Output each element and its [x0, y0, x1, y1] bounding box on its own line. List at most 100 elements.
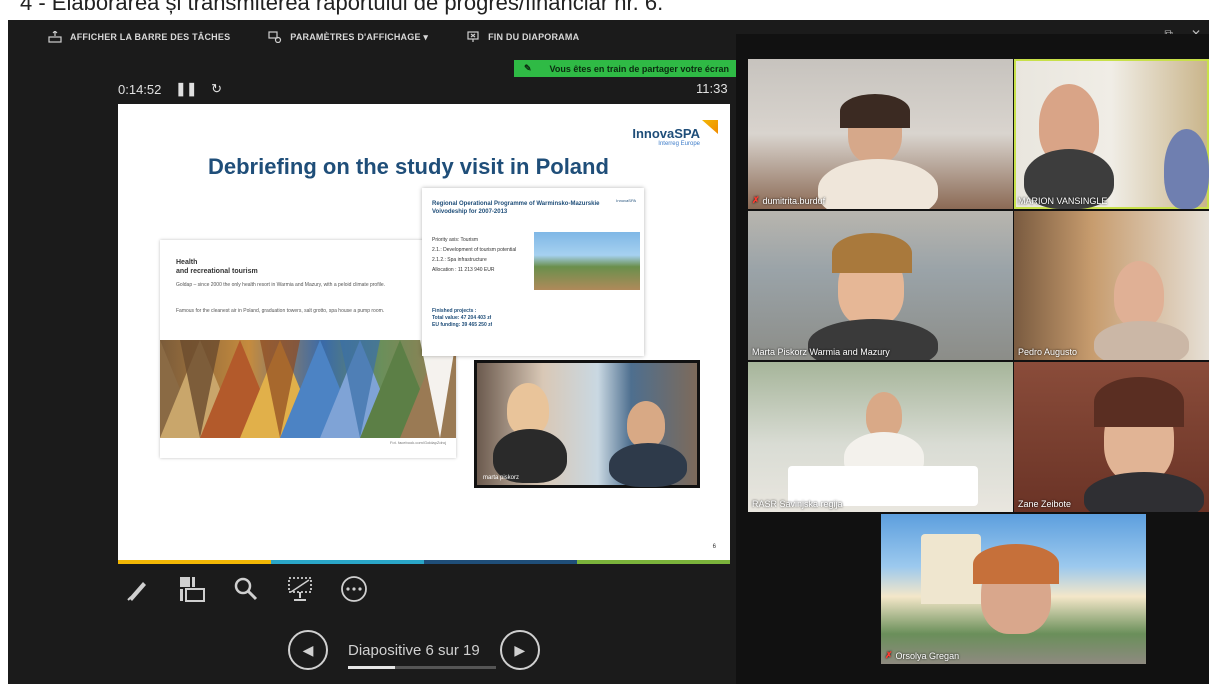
logo-sub: Interreg Europe [658, 141, 700, 147]
pause-icon[interactable]: ❚❚ [175, 81, 197, 97]
display-settings-label: PARAMÈTRES D'AFFICHAGE ▾ [290, 31, 429, 42]
participant-tile[interactable]: ✗ dumitrita.burduf [748, 59, 1013, 209]
finished-projects: Finished projects : Total value: 47 204 … [432, 308, 492, 329]
slideshow-timer: 0:14:52 ❚❚ ↻ [118, 81, 222, 97]
muted-mic-icon: ✗ [752, 195, 760, 205]
participant-tile[interactable]: ✗ Orsolya Gregan [881, 514, 1146, 664]
logo-name: InnovaSPA [632, 126, 700, 141]
participant-name: Pedro Augusto [1018, 347, 1077, 357]
programme-bullets: Priority axis: Tourism 2.1.: Development… [432, 236, 532, 276]
end-slideshow-label: FIN DU DIAPORAMA [488, 32, 580, 42]
end-slideshow-icon [466, 31, 480, 43]
programme-heading: Regional Operational Programme of Warmin… [432, 201, 600, 215]
spa-building-photo [534, 232, 640, 290]
document-caption: 4 - Elaborarea și transmiterea raportulu… [0, 0, 1209, 20]
participant-name: Zane Zeibote [1018, 499, 1071, 509]
participant-name-text: Orsolya Gregan [895, 650, 960, 661]
bullet-item: Allocation : 11 213 940 EUR [432, 267, 495, 273]
bullet-item: Priority axis: Tourism [432, 237, 479, 243]
participant-name-text: RASR Savinjska regija [752, 499, 843, 509]
presenter-window: AFFICHER LA BARRE DES TÂCHES PARAMÈTRES … [8, 20, 1209, 684]
person-body [609, 443, 687, 487]
muted-mic-icon: ✗ [885, 650, 893, 660]
participant-name: RASR Savinjska regija [752, 499, 843, 509]
participant-tile[interactable]: Zane Zeibote [1014, 362, 1209, 512]
finished-projects-title: Finished projects : [432, 308, 477, 314]
innovaspa-logo: InnovaSPA Interreg Europe [632, 120, 718, 147]
participant-tile[interactable]: Marta Piskorz Warmia and Mazury [748, 211, 1013, 360]
participant-hair [1094, 377, 1184, 427]
person-figure [507, 383, 549, 435]
presenter-toolbar: AFFICHER LA BARRE DES TÂCHES PARAMÈTRES … [8, 20, 738, 54]
logo-mark [702, 120, 718, 134]
participant-name-text: Pedro Augusto [1018, 347, 1078, 357]
participant-hair [832, 233, 912, 273]
more-options-icon [341, 576, 367, 602]
operational-programme-card: Regional Operational Programme of Warmin… [422, 188, 644, 356]
slide-counter-text: Diapositive 6 sur 19 [348, 641, 480, 659]
photo-credit: Fot. facebook.com/GoldapZdroj [160, 438, 456, 448]
current-time: 11:33 [696, 81, 728, 96]
embedded-video-frame: marta piskorz [477, 363, 697, 487]
participant-tile[interactable]: RASR Savinjska regija [748, 362, 1013, 512]
finished-item: EU funding: 39 465 250 zł [432, 322, 493, 328]
participant-tile[interactable]: Pedro Augusto [1014, 211, 1209, 360]
slide-progress-fill [348, 665, 395, 669]
participant-name-text: Zane Zeibote [1018, 499, 1072, 509]
slide-page-number: 6 [712, 544, 716, 550]
participant-tile[interactable]: MARION VANSINGLE [1014, 59, 1209, 209]
participant-face [1114, 261, 1164, 327]
participant-name-text: Marta Piskorz Warmia and Mazury [752, 347, 890, 357]
church-building [921, 534, 981, 604]
participant-name: Marta Piskorz Warmia and Mazury [752, 347, 890, 357]
participant-name-text: MARION VANSINGLE [1018, 196, 1108, 206]
display-settings-icon [268, 31, 282, 44]
participant-name: ✗ Orsolya Gregan [885, 650, 959, 661]
participant-body [1084, 472, 1204, 512]
zoom-icon [234, 577, 258, 601]
show-taskbar-label: AFFICHER LA BARRE DES TÂCHES [70, 32, 231, 42]
display-settings-button[interactable]: PARAMÈTRES D'AFFICHAGE ▾ [268, 31, 429, 44]
presenter-tools [122, 574, 370, 604]
card-heading-line-2: and recreational tourism [176, 268, 258, 275]
person-figure [627, 401, 665, 447]
more-options-button[interactable] [338, 574, 370, 604]
next-slide-button[interactable]: ▶ [499, 630, 540, 670]
screen-pointer-icon [288, 577, 312, 601]
slide-counter: Diapositive 6 sur 19 [348, 641, 496, 669]
participant-body [1094, 321, 1189, 360]
programme-logo: InnovaSPA [616, 198, 636, 203]
end-slideshow-button[interactable]: FIN DU DIAPORAMA [466, 31, 579, 43]
next-arrow-icon: ▶ [514, 641, 526, 658]
participant-name-text: dumitrita.burduf [762, 195, 826, 206]
screen-share-banner[interactable]: ✎ Vous êtes en train de partager votre é… [514, 60, 746, 77]
show-taskbar-button[interactable]: AFFICHER LA BARRE DES TÂCHES [48, 30, 231, 43]
share-icon: ✎ [524, 63, 532, 73]
goldap-photo-collage: Fot. facebook.com/GoldapZdroj [160, 340, 456, 448]
slide-navigation: ◀ Diapositive 6 sur 19 ▶ [288, 630, 540, 670]
slide-progress-bar [348, 665, 496, 669]
bullet-item: 2.1.2.: Spa infrastructure [432, 257, 487, 263]
pen-icon [127, 582, 146, 601]
finished-item: Total value: 47 204 403 zł [432, 315, 492, 321]
bullet-item: 2.1.: Development of tourism potential [432, 247, 517, 253]
previous-arrow-icon: ◀ [302, 641, 314, 658]
previous-slide-button[interactable]: ◀ [288, 630, 328, 670]
pen-tool-button[interactable] [122, 574, 154, 604]
reset-timer-icon[interactable]: ↻ [211, 81, 222, 97]
zoom-button[interactable] [230, 574, 262, 604]
meeting-video-grid: ✗ dumitrita.burduf MARION VANSINGLE Mart… [736, 34, 1209, 684]
participant-hair [973, 544, 1059, 584]
black-screen-button[interactable] [284, 574, 316, 604]
participant-name: MARION VANSINGLE [1018, 196, 1107, 206]
embedded-video: marta piskorz [474, 360, 700, 488]
card-paragraph-1: Goldap – since 2000 the only health reso… [176, 282, 385, 288]
screen-share-text: Vous êtes en train de partager votre écr… [549, 63, 729, 74]
participant-figure [1164, 129, 1209, 209]
participant-name: ✗ dumitrita.burduf [752, 195, 825, 206]
slide-title: Debriefing on the study visit in Poland [208, 154, 609, 179]
see-all-slides-button[interactable] [176, 574, 208, 604]
embedded-video-label: marta piskorz [483, 475, 520, 481]
card-heading-line-1: Health [176, 259, 198, 266]
health-tourism-card: Health and recreational tourism Goldap –… [160, 240, 456, 458]
